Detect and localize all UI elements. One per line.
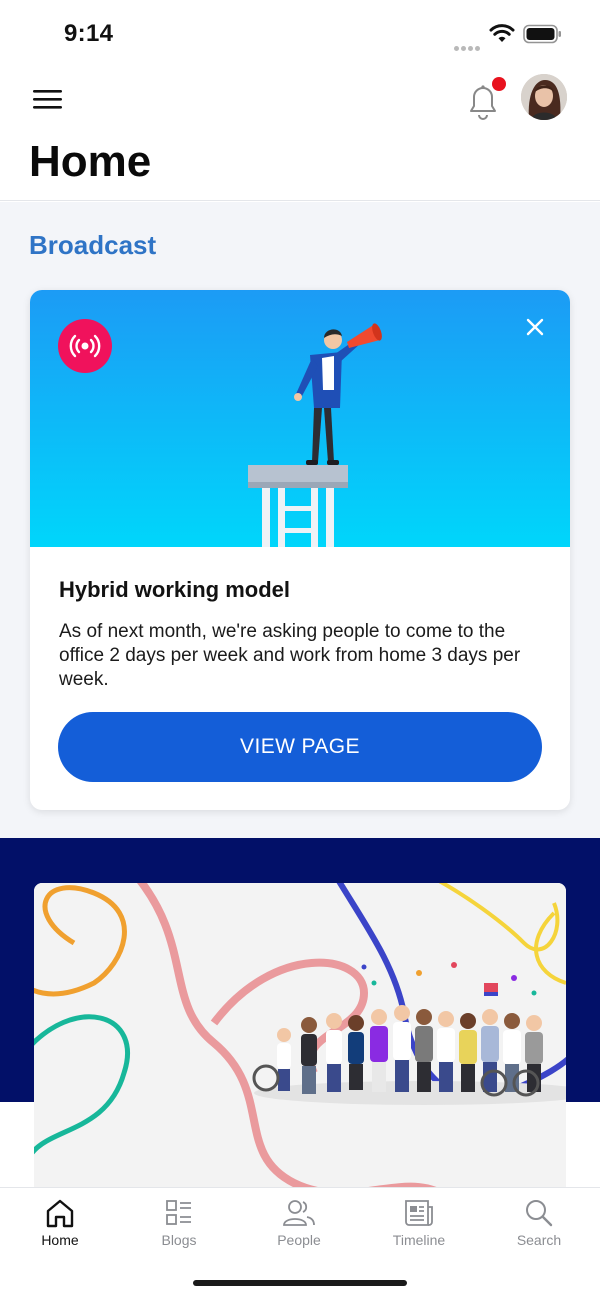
broadcast-hero-image (30, 290, 570, 547)
app-header: Home (0, 64, 600, 201)
megaphone-person-illustration (248, 323, 382, 547)
blogs-icon (166, 1200, 191, 1225)
view-page-button[interactable]: VIEW PAGE (58, 712, 542, 782)
wifi-icon (489, 23, 515, 48)
tab-label: Search (516, 1232, 562, 1248)
broadcast-body: As of next month, we're asking people to… (59, 621, 521, 690)
section-title: Broadcast (29, 230, 157, 260)
tab-home[interactable]: Home (0, 1198, 120, 1254)
status-bar: 9:14 (0, 0, 600, 64)
people-icon (283, 1200, 315, 1226)
tab-label: Home (41, 1232, 79, 1248)
tab-search[interactable]: Search (479, 1198, 599, 1254)
broadcast-card: Hybrid working model As of next month, w… (30, 290, 570, 810)
bottom-tab-bar: Home Blogs People Timeline Search (0, 1187, 600, 1298)
tab-blogs[interactable]: Blogs (119, 1198, 239, 1254)
tab-timeline[interactable]: Timeline (359, 1198, 479, 1254)
page-title: Home (29, 137, 152, 186)
main-content[interactable]: Broadcast Hybrid working model As of nex… (0, 202, 600, 1187)
timeline-icon (405, 1200, 433, 1226)
notifications-button[interactable] (460, 77, 506, 122)
broadcast-icon (58, 319, 112, 373)
avatar[interactable] (521, 74, 567, 120)
tab-label: Blogs (161, 1232, 197, 1248)
notification-dot (492, 77, 506, 91)
close-button[interactable] (520, 312, 550, 342)
menu-button[interactable] (28, 82, 68, 116)
battery-icon (523, 24, 563, 49)
cellular-signal-icon (454, 38, 482, 56)
status-time: 9:14 (64, 20, 114, 47)
tab-label: Timeline (392, 1232, 446, 1248)
search-icon (526, 1200, 553, 1227)
tab-label: People (277, 1232, 321, 1248)
hamburger-menu-icon (33, 90, 62, 109)
broadcast-title: Hybrid working model (59, 577, 291, 602)
close-icon (526, 318, 544, 336)
diverse-crowd-illustration (34, 883, 566, 1187)
featured-image-card[interactable] (34, 883, 566, 1187)
tab-people[interactable]: People (239, 1198, 359, 1254)
home-icon (46, 1199, 74, 1228)
home-indicator[interactable] (193, 1280, 407, 1286)
